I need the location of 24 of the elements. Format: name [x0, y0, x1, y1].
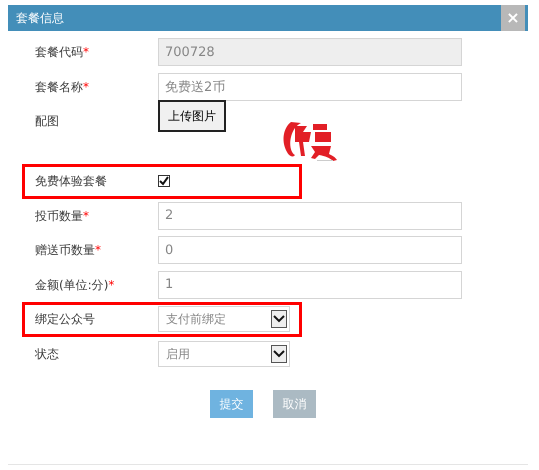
select-field[interactable]: 支付前绑定	[158, 306, 290, 332]
field-label: 金额(单位:分)*	[35, 276, 116, 294]
input-field[interactable]: 免费送2币	[158, 72, 462, 101]
field-label: 套餐名称*	[35, 78, 90, 96]
dialog-title: 套餐信息	[16, 10, 64, 27]
field-label: 免费体验套餐	[35, 173, 108, 190]
input-field[interactable]: 700728	[158, 38, 462, 66]
input-field[interactable]: 0	[158, 236, 462, 264]
cancel-button[interactable]: 取消	[273, 390, 316, 418]
field-label: 套餐代码*	[35, 44, 90, 62]
field-label: 赠送币数量*	[35, 242, 102, 260]
close-button[interactable]: ×	[501, 5, 525, 31]
input-field[interactable]: 1	[158, 270, 462, 299]
field-label: 绑定公众号	[35, 311, 96, 328]
field-label: 投币数量*	[35, 208, 90, 225]
field-label: 状态	[35, 346, 60, 363]
submit-button[interactable]: 提交	[210, 390, 253, 418]
checkbox[interactable]	[158, 175, 170, 188]
caret-icon	[271, 344, 287, 363]
input-field[interactable]: 2	[158, 202, 462, 230]
upload-button[interactable]: 上传图片	[158, 100, 226, 132]
select-field[interactable]: 启用	[158, 340, 290, 367]
field-label: 配图	[35, 113, 60, 130]
caret-icon	[271, 310, 287, 328]
